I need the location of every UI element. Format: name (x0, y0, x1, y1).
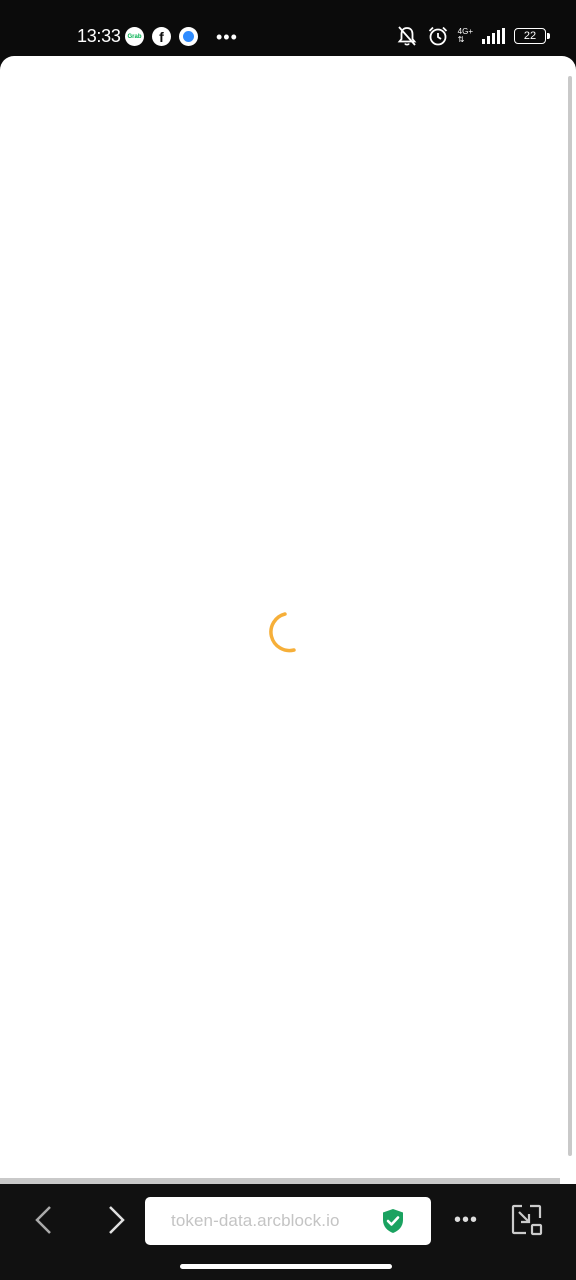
more-dots-icon: ••• (453, 1208, 478, 1231)
signal-icon (482, 28, 505, 44)
notification-icons: Grab f ••• (125, 27, 238, 46)
bell-muted-icon (397, 26, 417, 46)
facebook-icon: f (152, 27, 171, 46)
phone-screen: 13:33 Grab f ••• 4G+ ⇅ 22 token-data.arc… (0, 0, 576, 1280)
secure-shield-icon[interactable] (381, 1208, 405, 1234)
data-arrows-icon: ⇅ (457, 35, 465, 44)
more-notifications-icon: ••• (216, 26, 238, 47)
address-bar[interactable]: token-data.arcblock.io (145, 1197, 431, 1245)
loading-spinner-icon (269, 612, 296, 653)
battery-icon: 22 (514, 28, 550, 44)
more-options-button[interactable]: ••• (448, 1200, 484, 1240)
web-content[interactable] (0, 56, 576, 1184)
forward-button[interactable] (96, 1200, 136, 1240)
alarm-icon (428, 26, 447, 46)
vertical-scrollbar[interactable] (568, 76, 572, 1156)
chevron-right-icon (109, 1206, 125, 1234)
exit-fullscreen-button[interactable] (508, 1201, 546, 1239)
chevron-left-icon (35, 1206, 51, 1234)
grab-icon: Grab (125, 27, 144, 46)
home-indicator[interactable] (180, 1264, 392, 1269)
url-text: token-data.arcblock.io (171, 1211, 340, 1230)
battery-level: 22 (523, 30, 537, 42)
network-indicator: 4G+ ⇅ (458, 28, 473, 44)
messenger-icon (179, 27, 198, 46)
system-icons: 4G+ ⇅ 22 (396, 25, 550, 47)
back-button[interactable] (24, 1200, 64, 1240)
status-time: 13:33 (77, 26, 121, 46)
